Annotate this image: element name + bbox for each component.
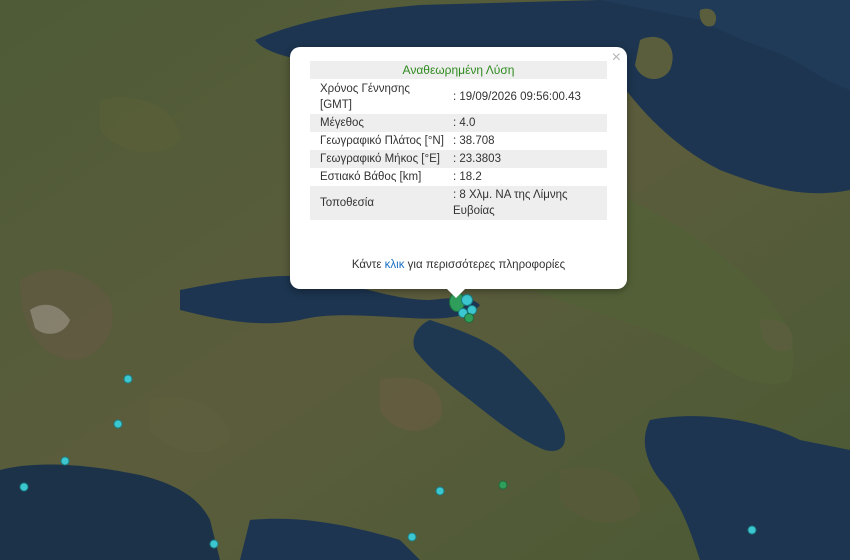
origin-time-value: : 19/09/2026 09:56:00.43 xyxy=(453,91,581,103)
magnitude-label: Μέγεθος xyxy=(320,117,364,129)
location-value: : 8 Χλμ. ΝΑ της Λίμνης Ευβοίας xyxy=(453,189,568,217)
earthquake-marker[interactable] xyxy=(498,480,508,490)
latitude-label: Γεωγραφικό Πλάτος [°N] xyxy=(320,135,444,147)
earthquake-marker[interactable] xyxy=(435,486,445,496)
more-info-suffix: για περισσότερες πληροφορίες xyxy=(404,259,566,271)
earthquake-marker[interactable] xyxy=(464,313,474,323)
close-icon[interactable]: × xyxy=(612,49,621,67)
earthquake-marker[interactable] xyxy=(113,419,123,429)
map-view[interactable]: × Αναθεωρημένη Λύση Χρόνος Γέννησης [GMT… xyxy=(0,0,850,560)
earthquake-info-popup: × Αναθεωρημένη Λύση Χρόνος Γέννησης [GMT… xyxy=(290,47,627,298)
longitude-value: : 23.3803 xyxy=(453,153,501,165)
magnitude-value: : 4.0 xyxy=(453,117,476,129)
table-row: Χρόνος Γέννησης [GMT] : 19/09/2026 09:56… xyxy=(310,80,607,114)
more-info-link[interactable]: κλικ xyxy=(385,259,405,271)
latitude-value: : 38.708 xyxy=(453,135,495,147)
depth-label: Εστιακό Βάθος [km] xyxy=(320,171,422,183)
table-row: Γεωγραφικό Μήκος [°E] : 23.3803 xyxy=(310,150,607,168)
table-row: Τοποθεσία : 8 Χλμ. ΝΑ της Λίμνης Ευβοίας xyxy=(310,186,607,220)
table-row: Γεωγραφικό Πλάτος [°N] : 38.708 xyxy=(310,132,607,150)
earthquake-marker[interactable] xyxy=(407,532,417,542)
popup-title: Αναθεωρημένη Λύση xyxy=(310,61,607,79)
info-table: Χρόνος Γέννησης [GMT] : 19/09/2026 09:56… xyxy=(310,80,607,220)
longitude-label: Γεωγραφικό Μήκος [°E] xyxy=(320,153,440,165)
location-label: Τοποθεσία xyxy=(320,197,374,209)
origin-time-label: Χρόνος Γέννησης [GMT] xyxy=(320,83,410,111)
table-row: Εστιακό Βάθος [km] : 18.2 xyxy=(310,168,607,186)
earthquake-marker[interactable] xyxy=(209,539,219,549)
more-info-prefix: Κάντε xyxy=(351,259,385,271)
popup-pointer xyxy=(446,288,466,298)
earthquake-marker[interactable] xyxy=(747,525,757,535)
earthquake-marker[interactable] xyxy=(19,482,29,492)
depth-value: : 18.2 xyxy=(453,171,482,183)
table-row: Μέγεθος : 4.0 xyxy=(310,114,607,132)
earthquake-marker[interactable] xyxy=(123,374,133,384)
earthquake-marker[interactable] xyxy=(60,456,70,466)
more-info-text: Κάντε κλικ για περισσότερες πληροφορίες xyxy=(290,259,627,271)
